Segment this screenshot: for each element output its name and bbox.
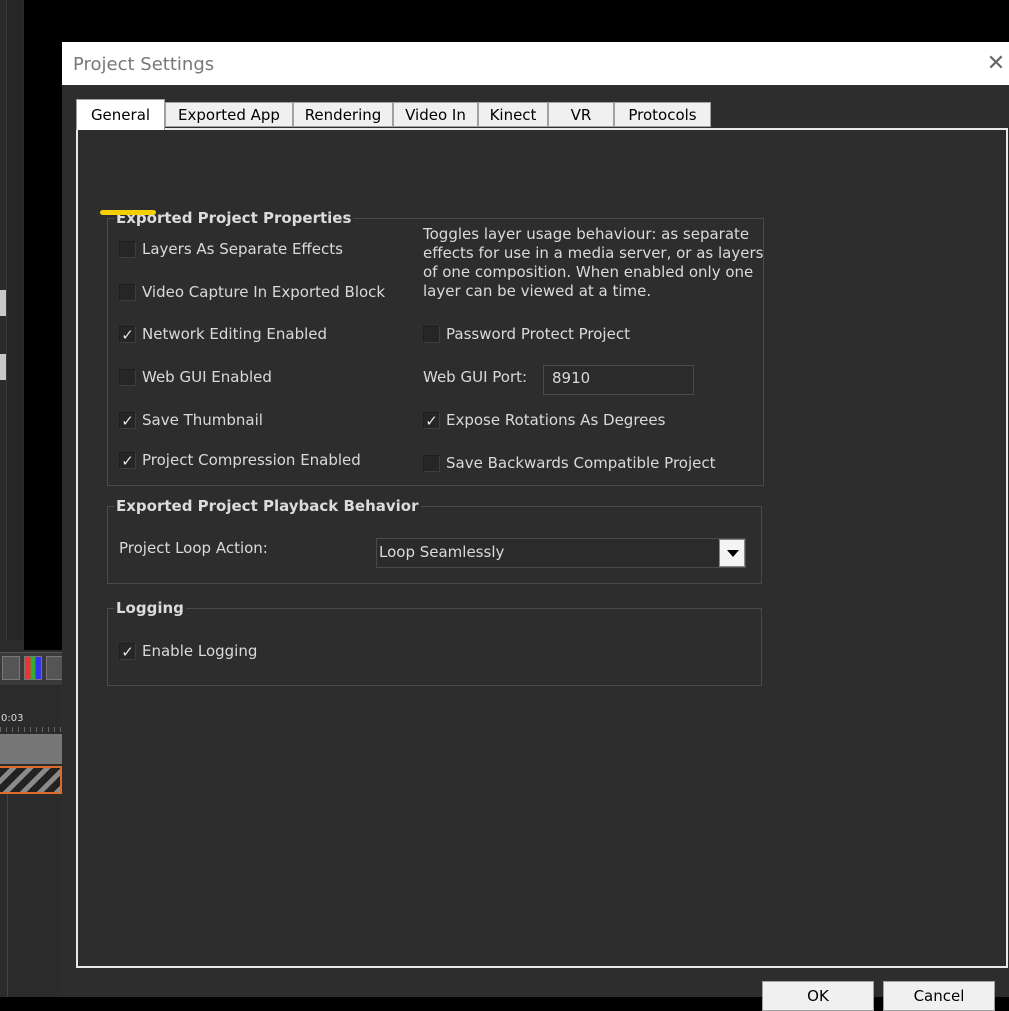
backwards-compatible-checkbox[interactable]: Save Backwards Compatible Project <box>423 453 716 473</box>
checkbox-label: Project Compression Enabled <box>142 451 361 469</box>
tab-exported-app[interactable]: Exported App <box>165 102 293 127</box>
video-capture-checkbox[interactable]: Video Capture In Exported Block <box>119 282 385 302</box>
close-icon[interactable]: ✕ <box>983 50 1009 78</box>
checkbox-box[interactable]: ✓ <box>119 325 136 343</box>
checkbox-box[interactable]: ✓ <box>423 411 440 429</box>
tab-video-in[interactable]: Video In <box>393 102 478 127</box>
checkbox-label: Video Capture In Exported Block <box>142 283 386 301</box>
dialog-titlebar: Project Settings ✕ <box>62 42 1009 85</box>
general-tab-panel: Exported Project Properties Layers As Se… <box>76 128 1008 968</box>
color-bars-icon[interactable] <box>24 656 42 680</box>
timeline-clip[interactable] <box>0 766 62 794</box>
password-protect-checkbox[interactable]: Password Protect Project <box>423 324 630 344</box>
chevron-down-icon[interactable] <box>719 539 745 567</box>
tab-protocols[interactable]: Protocols <box>614 102 711 127</box>
web-gui-port-input[interactable]: 8910 <box>543 365 694 395</box>
checkbox-box[interactable]: ✓ <box>119 451 136 469</box>
group-title: Exported Project Playback Behavior <box>114 497 421 515</box>
loop-action-label: Project Loop Action: <box>119 539 268 557</box>
checkbox-label: Expose Rotations As Degrees <box>446 411 666 429</box>
project-settings-dialog: Project Settings ✕ General Exported App … <box>62 42 1009 997</box>
tab-vr[interactable]: VR <box>548 102 614 127</box>
exported-properties-group: Exported Project Properties Layers As Se… <box>107 209 764 486</box>
timeline-divider <box>7 794 8 997</box>
panel-tab-marker[interactable] <box>0 290 6 316</box>
grid-icon[interactable] <box>2 656 20 680</box>
checkbox-box[interactable] <box>423 325 440 343</box>
cancel-button[interactable]: Cancel <box>883 981 995 1011</box>
highlight-annotation <box>100 210 156 215</box>
select-value: Loop Seamlessly <box>379 543 505 561</box>
viewport-area <box>24 0 62 650</box>
network-editing-checkbox[interactable]: ✓ Network Editing Enabled <box>119 324 327 344</box>
checkbox-label: Password Protect Project <box>446 325 630 343</box>
dialog-title: Project Settings <box>73 54 215 75</box>
enable-logging-checkbox[interactable]: ✓ Enable Logging <box>119 641 257 661</box>
side-scrollbar[interactable] <box>6 0 23 640</box>
group-title: Logging <box>114 599 186 617</box>
checkbox-label: Web GUI Enabled <box>142 368 272 386</box>
checkbox-box[interactable] <box>423 454 440 472</box>
playback-group: Exported Project Playback Behavior Proje… <box>107 497 762 584</box>
project-compression-checkbox[interactable]: ✓ Project Compression Enabled <box>119 450 361 470</box>
checkbox-box[interactable]: ✓ <box>119 642 136 660</box>
expose-rotations-checkbox[interactable]: ✓ Expose Rotations As Degrees <box>423 410 665 430</box>
logging-group: Logging ✓ Enable Logging <box>107 599 762 686</box>
checkbox-label: Enable Logging <box>142 642 258 660</box>
web-gui-port-label: Web GUI Port: <box>423 368 528 386</box>
save-thumbnail-checkbox[interactable]: ✓ Save Thumbnail <box>119 410 263 430</box>
tab-general[interactable]: General <box>76 99 165 130</box>
checkbox-label: Layers As Separate Effects <box>142 240 343 258</box>
timeline-track[interactable] <box>0 734 62 764</box>
tab-rendering[interactable]: Rendering <box>293 102 393 127</box>
tab-kinect[interactable]: Kinect <box>478 102 548 127</box>
checkbox-box[interactable] <box>119 368 136 386</box>
checkbox-label: Save Backwards Compatible Project <box>446 454 716 472</box>
layers-separate-effects-checkbox[interactable]: Layers As Separate Effects <box>119 239 343 259</box>
checkbox-box[interactable] <box>119 283 136 301</box>
timeline-ruler <box>0 727 62 732</box>
timeline <box>0 686 62 997</box>
web-gui-checkbox[interactable]: Web GUI Enabled <box>119 367 272 387</box>
ok-button[interactable]: OK <box>762 981 874 1011</box>
timecode-label: 0:03 <box>1 713 24 724</box>
checkbox-label: Save Thumbnail <box>142 411 263 429</box>
loop-action-select[interactable]: Loop Seamlessly <box>376 538 746 568</box>
checkbox-box[interactable]: ✓ <box>119 411 136 429</box>
checkbox-box[interactable] <box>119 240 136 258</box>
background-app: 0:03 <box>0 0 64 997</box>
panel-tab-marker[interactable] <box>0 354 6 380</box>
layers-description: Toggles layer usage behaviour: as separa… <box>423 225 764 300</box>
checkbox-label: Network Editing Enabled <box>142 325 328 343</box>
